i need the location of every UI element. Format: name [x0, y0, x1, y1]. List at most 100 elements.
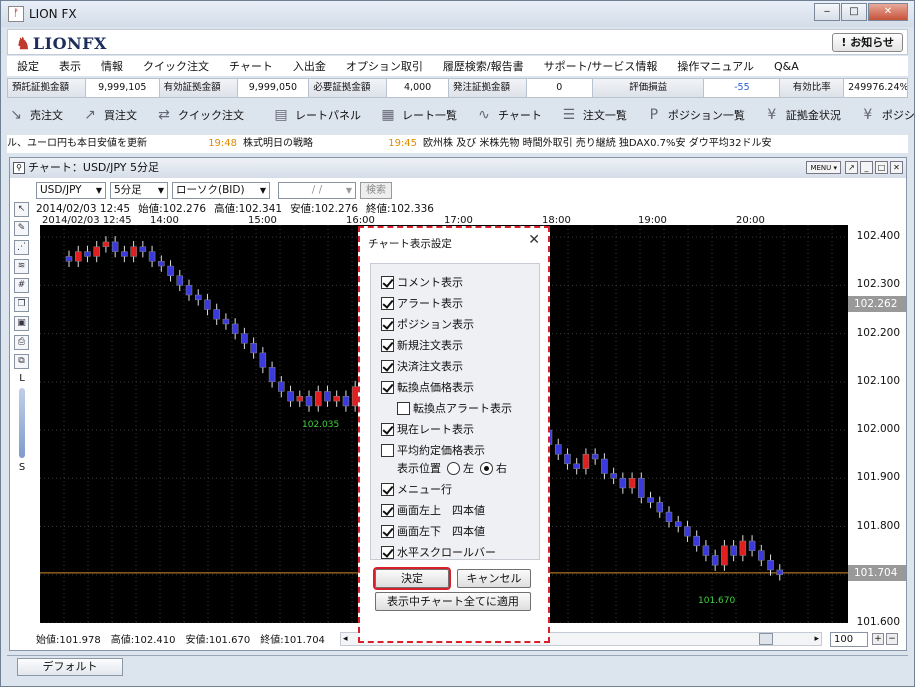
- zoom-select[interactable]: 100: [830, 632, 868, 647]
- option-current-rate[interactable]: 現在レート表示: [381, 421, 474, 437]
- option-turning-alert[interactable]: 転換点アラート表示: [397, 400, 512, 416]
- cancel-button[interactable]: キャンセル: [457, 569, 531, 588]
- price-tick-label: 101.600: [856, 616, 900, 628]
- checkbox[interactable]: [381, 296, 394, 310]
- radio-left[interactable]: [447, 461, 460, 475]
- price-annotation: 102.035: [302, 420, 339, 430]
- checkbox[interactable]: [381, 422, 394, 436]
- checkbox[interactable]: [381, 443, 394, 457]
- scroll-thumb[interactable]: [759, 633, 773, 645]
- menu-view[interactable]: 表示: [59, 58, 81, 74]
- close-icon[interactable]: ✕: [890, 161, 903, 174]
- checkbox[interactable]: [397, 401, 410, 415]
- margin-status-button[interactable]: ¥ 証拠金状況: [763, 106, 840, 124]
- order-list-button[interactable]: ☰ 注文一覧: [560, 106, 627, 124]
- menu-settings[interactable]: 設定: [17, 58, 39, 74]
- option-avg-price[interactable]: 平均約定価格表示: [381, 442, 485, 458]
- menu-quick-order[interactable]: クイック注文: [143, 58, 209, 74]
- number-tool-icon[interactable]: #: [14, 278, 29, 293]
- candle: [268, 367, 276, 383]
- option-hscrollbar[interactable]: 水平スクロールバー: [381, 544, 496, 560]
- option-menu-row[interactable]: メニュー行: [381, 481, 452, 497]
- zoom-in-icon[interactable]: +: [872, 633, 884, 645]
- option-comment[interactable]: コメント表示: [381, 274, 463, 290]
- candle: [111, 241, 119, 252]
- option-close-order[interactable]: 決済注文表示: [381, 358, 463, 374]
- chart-button[interactable]: ∿ チャート: [475, 106, 542, 124]
- maximize-button[interactable]: □: [841, 3, 867, 21]
- cursor-tool-icon[interactable]: ↖: [14, 202, 29, 217]
- checkbox[interactable]: [381, 482, 394, 496]
- price-axis: 102.400 102.300 102.200 102.100 102.000 101.9…: [848, 213, 906, 628]
- checkbox[interactable]: [381, 545, 394, 559]
- candle: [176, 275, 184, 286]
- date-input[interactable]: / / ▼: [278, 182, 356, 199]
- minimize-icon[interactable]: _: [860, 161, 873, 174]
- zoom-out-icon[interactable]: −: [886, 633, 898, 645]
- print-icon[interactable]: ⎙: [14, 335, 29, 350]
- menu-chart[interactable]: チャート: [229, 58, 273, 74]
- menu-support[interactable]: サポート/サービス情報: [544, 58, 658, 74]
- checkbox[interactable]: [381, 503, 394, 517]
- window-tool-icon[interactable]: ▣: [14, 316, 29, 331]
- scroll-left-icon[interactable]: ◂: [343, 633, 348, 645]
- quick-order-button[interactable]: ⇄ クイック注文: [155, 106, 244, 124]
- radio-right[interactable]: [480, 461, 493, 475]
- checkbox[interactable]: [381, 524, 394, 538]
- news-ticker[interactable]: ル、ユーロ円も本日安値を更新 19:48 株式明日の戦略 19:45 欧州株 及び …: [7, 135, 908, 153]
- position-summary-button[interactable]: ¥ポジション集計: [859, 106, 915, 124]
- layers-icon[interactable]: ⧉: [14, 354, 29, 369]
- trend-tool-icon[interactable]: ⋰: [14, 240, 29, 255]
- checkbox[interactable]: [381, 275, 394, 289]
- checkbox[interactable]: [381, 380, 394, 394]
- option-new-order[interactable]: 新規注文表示: [381, 337, 463, 353]
- close-button[interactable]: ✕: [868, 3, 908, 21]
- candle: [554, 444, 562, 455]
- rate-list-button[interactable]: ▦ レート一覧: [379, 106, 457, 124]
- ok-button[interactable]: 決定: [373, 567, 451, 590]
- option-bottom-left-ohlc[interactable]: 画面左下 四本値: [381, 523, 485, 539]
- search-button[interactable]: 検索: [360, 182, 392, 199]
- rate-panel-button[interactable]: ▤ レートパネル: [272, 106, 361, 124]
- close-icon[interactable]: ✕: [528, 232, 540, 248]
- buy-order-button[interactable]: ↗ 買注文: [81, 106, 137, 124]
- pen-tool-icon[interactable]: ✎: [14, 221, 29, 236]
- menu-qa[interactable]: Q&A: [774, 60, 799, 73]
- fib-tool-icon[interactable]: ≋: [14, 259, 29, 274]
- scroll-right-icon[interactable]: ▸: [814, 633, 819, 645]
- pin-icon[interactable]: ↗: [845, 161, 858, 174]
- menu-manual[interactable]: 操作マニュアル: [677, 58, 754, 74]
- tab-default[interactable]: デフォルト: [17, 658, 123, 676]
- status-value: 0: [527, 79, 593, 97]
- copy-tool-icon[interactable]: ❐: [14, 297, 29, 312]
- menu-deposit[interactable]: 入出金: [293, 58, 326, 74]
- ticker-time: 19:45: [388, 138, 418, 149]
- price-tick-label: 102.000: [856, 423, 900, 436]
- checkbox[interactable]: [381, 317, 394, 331]
- menu-info[interactable]: 情報: [101, 58, 123, 74]
- scale-slider[interactable]: [19, 388, 25, 458]
- dialog-title: チャート表示設定: [368, 238, 452, 250]
- minimize-button[interactable]: ‒: [814, 3, 840, 21]
- sell-order-button[interactable]: ↘ 売注文: [7, 106, 63, 124]
- option-top-left-ohlc[interactable]: 画面左上 四本値: [381, 502, 485, 518]
- position-list-button[interactable]: P ポジション一覧: [645, 106, 745, 124]
- interval-select[interactable]: 5分足 ▼: [110, 182, 168, 199]
- chart-menu-button[interactable]: MENU ▾: [806, 161, 841, 174]
- checkbox[interactable]: [381, 359, 394, 373]
- notice-button[interactable]: ! お知らせ: [832, 33, 903, 52]
- time-axis-label: 20:00: [736, 215, 765, 226]
- option-turning-point[interactable]: 転換点価格表示: [381, 379, 474, 395]
- menu-options[interactable]: オプション取引: [346, 58, 423, 74]
- option-alert[interactable]: アラート表示: [381, 295, 463, 311]
- apply-all-button[interactable]: 表示中チャート全てに適用: [375, 592, 531, 611]
- checkbox[interactable]: [381, 338, 394, 352]
- maximize-icon[interactable]: □: [875, 161, 888, 174]
- candle: [84, 251, 91, 257]
- option-position[interactable]: ポジション表示: [381, 316, 474, 332]
- ticker-text: 欧州株 及び 米株先物 時間外取引 売り継続 独DAX0.7%安 ダウ平均32ド…: [423, 138, 772, 149]
- chevron-down-icon: ▼: [95, 186, 102, 195]
- pair-select[interactable]: USD/JPY ▼: [36, 182, 106, 199]
- menu-history[interactable]: 履歴検索/報告書: [443, 58, 524, 74]
- candle-type-select[interactable]: ローソク(BID) ▼: [172, 182, 270, 199]
